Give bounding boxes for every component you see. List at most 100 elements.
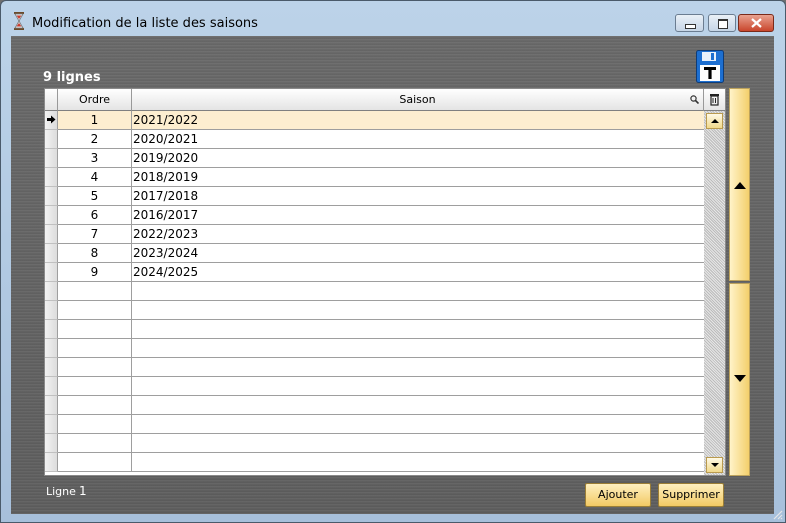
table-row[interactable]: 6 2016/2017 (45, 206, 704, 225)
save-icon[interactable] (696, 50, 724, 83)
row-selector[interactable] (45, 358, 58, 377)
row-selector[interactable] (45, 320, 58, 339)
add-button[interactable]: Ajouter (585, 483, 651, 507)
delete-button[interactable]: Supprimer (658, 483, 724, 507)
cell-saison[interactable] (132, 320, 704, 339)
resize-grip-icon[interactable] (771, 508, 783, 520)
cell-ordre[interactable]: 8 (58, 244, 132, 263)
cell-saison[interactable]: 2017/2018 (132, 187, 704, 206)
move-up-button[interactable] (729, 88, 750, 281)
minimize-icon (685, 24, 696, 29)
row-selector[interactable] (45, 244, 58, 263)
cell-ordre[interactable] (58, 396, 132, 415)
empty-table-row[interactable] (45, 282, 704, 301)
column-header-ordre[interactable]: Ordre (58, 89, 132, 111)
row-selector[interactable] (45, 377, 58, 396)
empty-table-row[interactable] (45, 358, 704, 377)
cell-saison[interactable]: 2021/2022 (132, 111, 704, 130)
cell-saison[interactable] (132, 396, 704, 415)
table-body: 1 2021/2022 2 2020/2021 3 2019/2020 4 2018/2019… (45, 111, 704, 475)
cell-saison[interactable] (132, 434, 704, 453)
cell-saison[interactable]: 2019/2020 (132, 149, 704, 168)
cell-ordre[interactable]: 2 (58, 130, 132, 149)
empty-table-row[interactable] (45, 339, 704, 358)
current-line-label: Ligne (46, 485, 76, 498)
table-row[interactable]: 2 2020/2021 (45, 130, 704, 149)
row-selector[interactable] (45, 453, 58, 472)
row-selector[interactable] (45, 282, 58, 301)
cell-saison[interactable] (132, 377, 704, 396)
cell-ordre[interactable] (58, 453, 132, 472)
column-header-saison[interactable]: Saison (132, 89, 704, 111)
row-selector[interactable] (45, 111, 58, 130)
row-selector[interactable] (45, 187, 58, 206)
cell-ordre[interactable] (58, 358, 132, 377)
row-selector[interactable] (45, 225, 58, 244)
empty-table-row[interactable] (45, 320, 704, 339)
table-row[interactable]: 4 2018/2019 (45, 168, 704, 187)
table-row[interactable]: 8 2023/2024 (45, 244, 704, 263)
minimize-button[interactable] (675, 14, 704, 32)
cell-ordre[interactable] (58, 320, 132, 339)
row-selector[interactable] (45, 396, 58, 415)
cell-ordre[interactable] (58, 377, 132, 396)
row-selector[interactable] (45, 206, 58, 225)
move-down-button[interactable] (729, 283, 750, 476)
cell-saison[interactable]: 2016/2017 (132, 206, 704, 225)
close-icon (751, 18, 762, 28)
cell-ordre[interactable]: 6 (58, 206, 132, 225)
window-title: Modification de la liste des saisons (32, 16, 258, 31)
vertical-scrollbar[interactable] (704, 111, 725, 475)
empty-table-row[interactable] (45, 453, 704, 472)
cell-ordre[interactable]: 4 (58, 168, 132, 187)
cell-ordre[interactable]: 3 (58, 149, 132, 168)
search-icon[interactable] (690, 95, 699, 104)
maximize-button[interactable] (708, 14, 736, 32)
cell-saison[interactable] (132, 301, 704, 320)
cell-saison[interactable] (132, 339, 704, 358)
empty-table-row[interactable] (45, 377, 704, 396)
cell-ordre[interactable]: 5 (58, 187, 132, 206)
cell-ordre[interactable]: 9 (58, 263, 132, 282)
row-selector[interactable] (45, 339, 58, 358)
scroll-up-button[interactable] (706, 113, 723, 129)
cell-saison[interactable] (132, 453, 704, 472)
cell-saison[interactable]: 2023/2024 (132, 244, 704, 263)
close-button[interactable] (738, 14, 774, 32)
seasons-table[interactable]: Ordre Saison 1 2021/2022 2 2020/2021 3 2019/2… (44, 88, 726, 476)
row-selector[interactable] (45, 130, 58, 149)
empty-table-row[interactable] (45, 301, 704, 320)
title-bar[interactable]: Modification de la liste des saisons (1, 1, 785, 35)
row-selector[interactable] (45, 434, 58, 453)
scroll-down-button[interactable] (706, 457, 723, 473)
cell-ordre[interactable]: 7 (58, 225, 132, 244)
empty-table-row[interactable] (45, 415, 704, 434)
cell-saison[interactable] (132, 358, 704, 377)
cell-saison[interactable]: 2022/2023 (132, 225, 704, 244)
row-selector[interactable] (45, 301, 58, 320)
empty-table-row[interactable] (45, 434, 704, 453)
header-row-selector (45, 89, 58, 111)
cell-saison[interactable] (132, 282, 704, 301)
cell-ordre[interactable] (58, 415, 132, 434)
table-row[interactable]: 9 2024/2025 (45, 263, 704, 282)
column-config-button[interactable] (704, 89, 725, 111)
row-selector[interactable] (45, 149, 58, 168)
table-row[interactable]: 1 2021/2022 (45, 111, 704, 130)
row-selector[interactable] (45, 263, 58, 282)
cell-ordre[interactable]: 1 (58, 111, 132, 130)
cell-ordre[interactable] (58, 434, 132, 453)
table-row[interactable]: 3 2019/2020 (45, 149, 704, 168)
row-selector[interactable] (45, 415, 58, 434)
row-selector[interactable] (45, 168, 58, 187)
cell-ordre[interactable] (58, 301, 132, 320)
cell-saison[interactable]: 2018/2019 (132, 168, 704, 187)
table-row[interactable]: 7 2022/2023 (45, 225, 704, 244)
empty-table-row[interactable] (45, 396, 704, 415)
cell-saison[interactable]: 2020/2021 (132, 130, 704, 149)
cell-saison[interactable] (132, 415, 704, 434)
cell-ordre[interactable] (58, 339, 132, 358)
cell-saison[interactable]: 2024/2025 (132, 263, 704, 282)
cell-ordre[interactable] (58, 282, 132, 301)
table-row[interactable]: 5 2017/2018 (45, 187, 704, 206)
